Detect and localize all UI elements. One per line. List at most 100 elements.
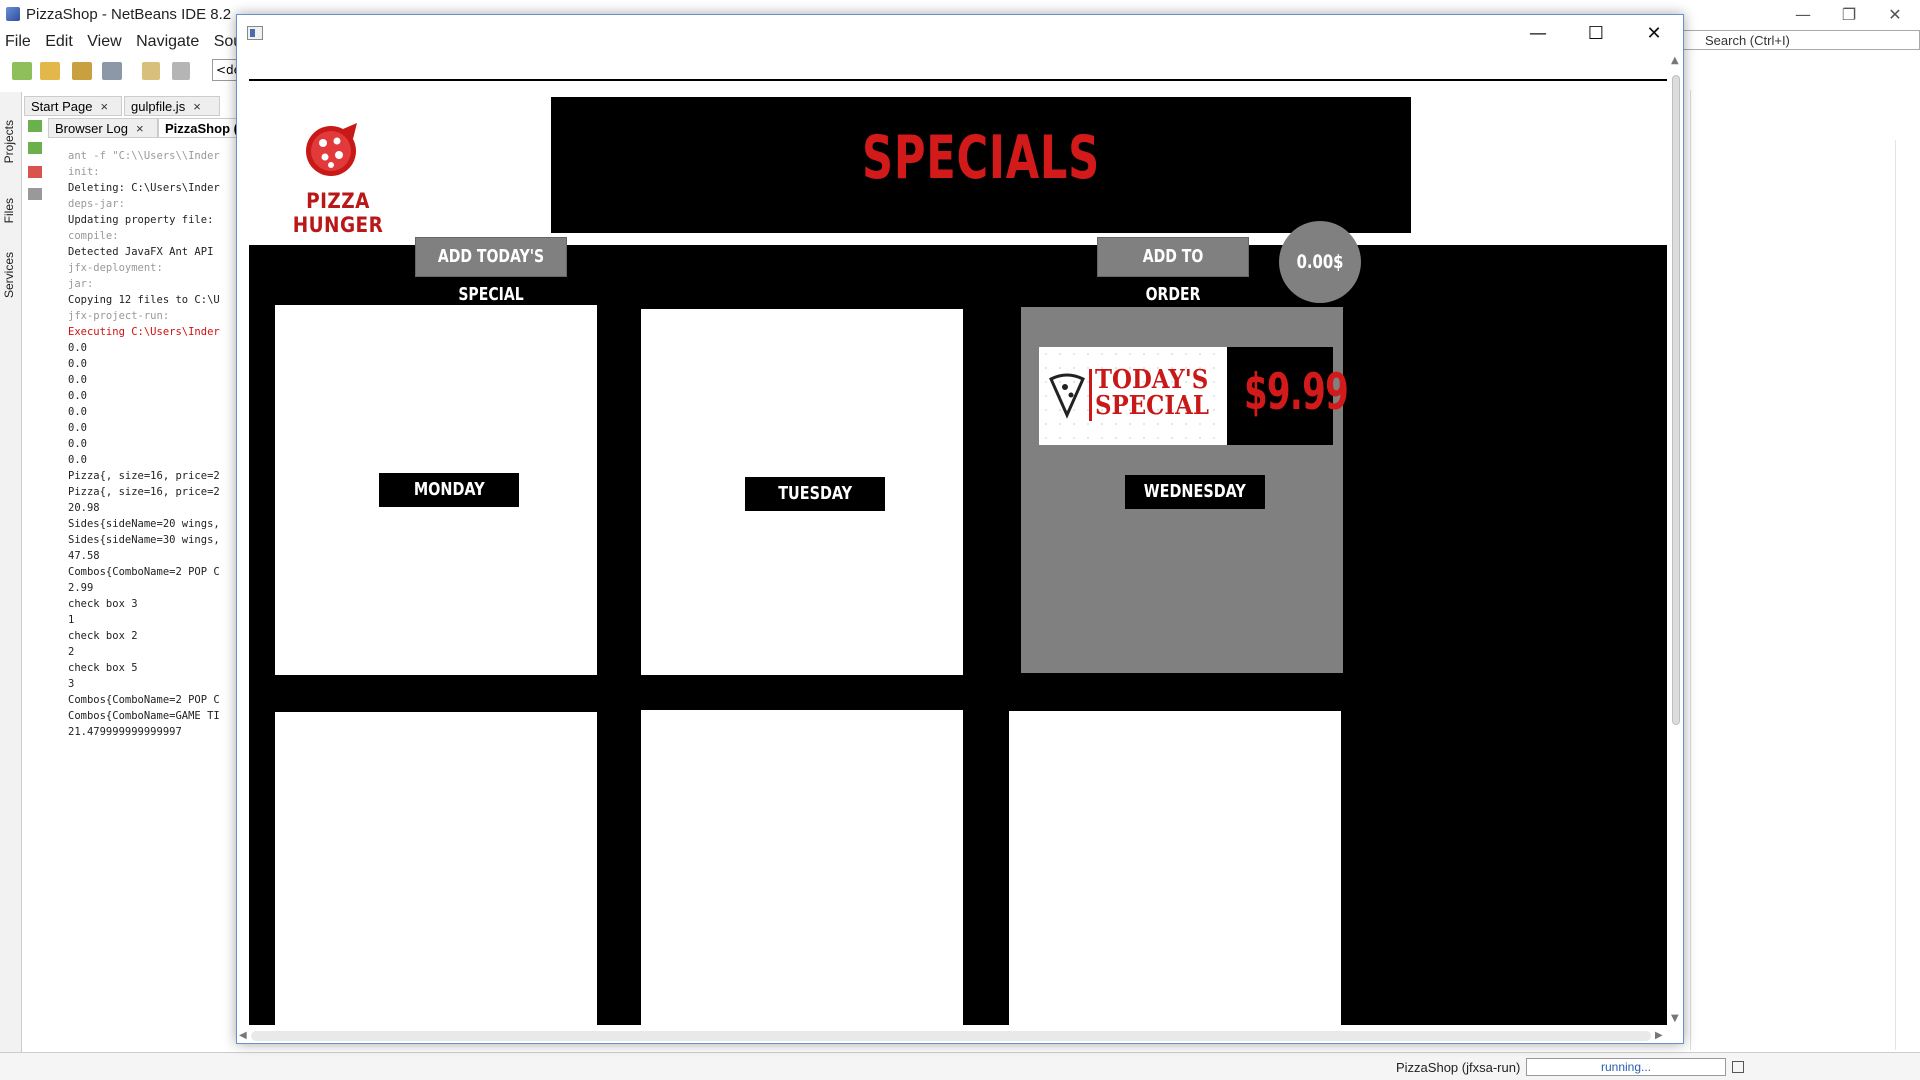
special-image-right: $9.99 (1227, 347, 1349, 445)
horizontal-scroll-thumb[interactable] (251, 1031, 1651, 1041)
specials-banner: SPECIALS (551, 97, 1411, 233)
output-line: ant -f "C:\\Users\\Inder (68, 150, 220, 162)
output-line: Pizza{, size=16, price=2 (68, 470, 220, 482)
output-line: 21.479999999999997 (68, 726, 182, 738)
card-saturday[interactable] (1009, 711, 1341, 1025)
output-panel: ant -f "C:\\Users\\Inder init: Deleting: C… (22, 120, 240, 1052)
app-vertical-scrollbar[interactable]: ▲ ▼ (1669, 53, 1683, 1029)
scroll-down-icon[interactable]: ▼ (1671, 1013, 1679, 1024)
output-line: compile: (68, 230, 119, 242)
add-todays-special-button[interactable]: ADD TODAY'S SPECIAL (415, 237, 567, 305)
menu-file[interactable]: File (0, 30, 36, 51)
order-total-badge: 0.00$ (1279, 221, 1361, 303)
day-label-text: TUESDAY (778, 483, 852, 504)
stop-icon[interactable] (28, 166, 42, 178)
output-line: 0.0 (68, 342, 87, 354)
tab-browser-log[interactable]: Browser Log × (48, 118, 158, 138)
output-line: Combos{ComboName=GAME TI (68, 710, 220, 722)
scroll-left-icon[interactable]: ◀ (239, 1030, 247, 1041)
app-horizontal-scrollbar[interactable]: ◀ ▶ (237, 1027, 1667, 1045)
pizza-logo-icon (306, 123, 357, 176)
output-line: 2 (68, 646, 75, 658)
day-label-monday: MONDAY (379, 473, 519, 507)
tab-start-page[interactable]: Start Page × (24, 96, 122, 116)
close-icon[interactable]: × (136, 121, 144, 136)
output-line: 1 (68, 614, 75, 626)
card-monday[interactable]: MONDAY (275, 305, 597, 675)
status-progress[interactable]: running... (1526, 1058, 1726, 1076)
logo-text: PIZZA HUNGER (292, 189, 384, 237)
output-line: Deleting: C:\Users\Inder (68, 182, 220, 194)
card-tuesday[interactable]: TUESDAY (641, 309, 963, 675)
pizza-slice-icon (1049, 373, 1085, 419)
output-line: Sides{sideName=20 wings, (68, 518, 220, 530)
tab-gulpfile[interactable]: gulpfile.js × (124, 96, 220, 116)
new-project-icon[interactable] (40, 62, 60, 80)
output-line: jfx-project-run: (68, 310, 170, 322)
output-line: Pizza{, size=16, price=2 (68, 486, 220, 498)
new-file-icon[interactable] (12, 62, 32, 80)
ide-close-button[interactable]: ✕ (1872, 2, 1918, 28)
stop-task-icon[interactable] (1732, 1061, 1744, 1073)
netbeans-icon (6, 7, 20, 21)
search-input[interactable]: Search (Ctrl+I) (1682, 30, 1920, 50)
rerun-icon[interactable] (28, 120, 42, 132)
tab-label: Browser Log (55, 121, 128, 136)
day-label-text: MONDAY (413, 479, 485, 500)
output-line: 0.0 (68, 406, 87, 418)
menu-view[interactable]: View (82, 30, 126, 51)
output-line: check box 5 (68, 662, 138, 674)
output-line: jfx-deployment: (68, 262, 163, 274)
special-divider (1089, 369, 1092, 421)
run-icon[interactable] (28, 142, 42, 154)
app-minimize-button[interactable]: — (1509, 15, 1567, 53)
output-line: 0.0 (68, 374, 87, 386)
card-thursday[interactable] (275, 712, 597, 1025)
ide-restore-button[interactable]: ❐ (1826, 2, 1872, 28)
output-line: 2.99 (68, 582, 94, 594)
open-project-icon[interactable] (72, 62, 92, 80)
app-maximize-button[interactable]: ☐ (1567, 15, 1625, 53)
ide-minimize-button[interactable]: — (1780, 2, 1826, 28)
output-line: check box 3 (68, 598, 138, 610)
editor-scrollbar[interactable] (1895, 140, 1913, 1050)
scroll-right-icon[interactable]: ▶ (1655, 1030, 1663, 1041)
output-line: Combos{ComboName=2 POP C (68, 694, 220, 706)
output-line: 0.0 (68, 454, 87, 466)
output-line: Executing C:\Users\Inder (68, 326, 220, 338)
side-tab-files[interactable]: Files (2, 198, 16, 223)
output-line: Updating property file: (68, 214, 214, 226)
side-tab-projects[interactable]: Projects (2, 120, 16, 163)
menu-navigate[interactable]: Navigate (131, 30, 204, 51)
todays-special-image: TODAY'S SPECIAL $9.99 (1039, 347, 1349, 445)
add-to-order-button[interactable]: ADD TO ORDER (1097, 237, 1249, 305)
button-label: ADD TO ORDER (1142, 246, 1204, 305)
app-close-button[interactable]: ✕ (1625, 15, 1683, 53)
vertical-scroll-thumb[interactable] (1672, 75, 1680, 725)
output-line: init: (68, 166, 100, 178)
settings-icon[interactable] (28, 188, 42, 200)
status-task: PizzaShop (jfxsa-run) (1396, 1060, 1521, 1075)
card-friday[interactable] (641, 710, 963, 1025)
card-wednesday[interactable]: TODAY'S SPECIAL $9.99 WEDNESDAY (1021, 307, 1349, 673)
button-label: ADD TODAY'S SPECIAL (437, 246, 545, 305)
ide-title: PizzaShop - NetBeans IDE 8.2 (26, 6, 232, 23)
tab-label: PizzaShop (j (165, 121, 240, 136)
menu-edit[interactable]: Edit (40, 30, 78, 51)
output-line: Detected JavaFX Ant API (68, 246, 214, 258)
ide-statusbar: PizzaShop (jfxsa-run) running... (0, 1052, 1920, 1080)
close-icon[interactable]: × (100, 99, 108, 114)
output-line: 0.0 (68, 390, 87, 402)
tab-label: Start Page (31, 99, 93, 114)
output-line: 0.0 (68, 358, 87, 370)
tab-pizzashop-output[interactable]: PizzaShop (j (158, 118, 240, 138)
ide-toolbar (0, 56, 240, 86)
redo-icon[interactable] (172, 62, 190, 80)
close-icon[interactable]: × (193, 99, 201, 114)
side-tab-services[interactable]: Services (2, 252, 16, 298)
save-all-icon[interactable] (102, 62, 122, 80)
pizza-hunger-logo: PIZZA HUNGER (263, 121, 413, 237)
undo-icon[interactable] (142, 62, 160, 80)
ide-side-tabs: Projects Files Services (0, 92, 22, 1052)
scroll-up-icon[interactable]: ▲ (1671, 55, 1679, 66)
